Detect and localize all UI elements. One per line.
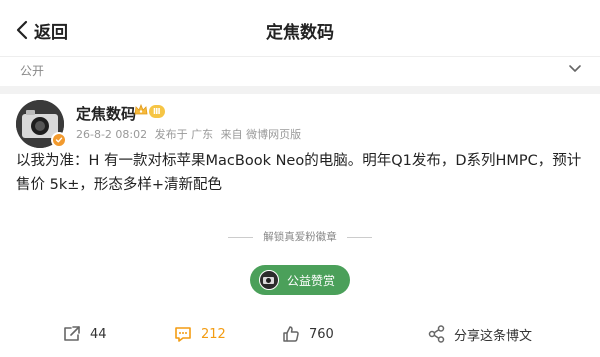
post-text: 以我为准：H 有一款对标苹果MacBook Neo的电脑。明年Q1发布，D系列H… — [16, 153, 582, 193]
reward-label: 公益赞赏 — [287, 273, 336, 288]
avatar-small — [259, 270, 279, 290]
repost-button[interactable]: 44 — [62, 322, 107, 346]
thumbs-up-icon — [283, 326, 299, 342]
divider-line — [347, 237, 372, 238]
share-label: 分享这条博文 — [454, 328, 533, 344]
crown-icon — [134, 103, 148, 115]
level-badge: Ⅲ — [149, 105, 165, 118]
like-button[interactable]: 760 — [281, 322, 334, 346]
fan-badge-row[interactable]: 解锁真爱粉徽章 — [0, 229, 600, 245]
chevron-down-icon[interactable] — [568, 61, 582, 75]
post-source: 来自 微博网页版 — [220, 128, 302, 141]
post-username[interactable]: 定焦数码 — [76, 103, 136, 124]
share-nodes-icon — [428, 325, 445, 343]
fan-badge-label: 解锁真爱粉徽章 — [263, 231, 337, 243]
verified-badge — [51, 132, 67, 148]
repost-icon — [64, 326, 80, 341]
comment-count: 212 — [201, 326, 226, 342]
post-meta: 26-8-2 08:02 发布于 广东 来自 微博网页版 — [76, 126, 305, 142]
comment-button[interactable]: 212 — [173, 322, 226, 346]
header-divider — [0, 56, 600, 57]
comment-icon — [175, 327, 191, 342]
top-bar: 返回 定焦数码 — [0, 0, 600, 58]
like-count: 760 — [309, 326, 334, 342]
verified-icon — [55, 137, 63, 143]
post-time: 26-8-2 08:02 — [76, 128, 148, 141]
share-button[interactable]: 分享这条博文 — [428, 322, 532, 346]
page-title: 定焦数码 — [266, 23, 334, 43]
repost-count: 44 — [90, 326, 107, 342]
reward-button[interactable]: 公益赞赏 — [250, 265, 350, 295]
section-separator — [0, 86, 600, 94]
visibility-label: 公开 — [20, 64, 45, 78]
post-location: 发布于 广东 — [154, 128, 214, 141]
